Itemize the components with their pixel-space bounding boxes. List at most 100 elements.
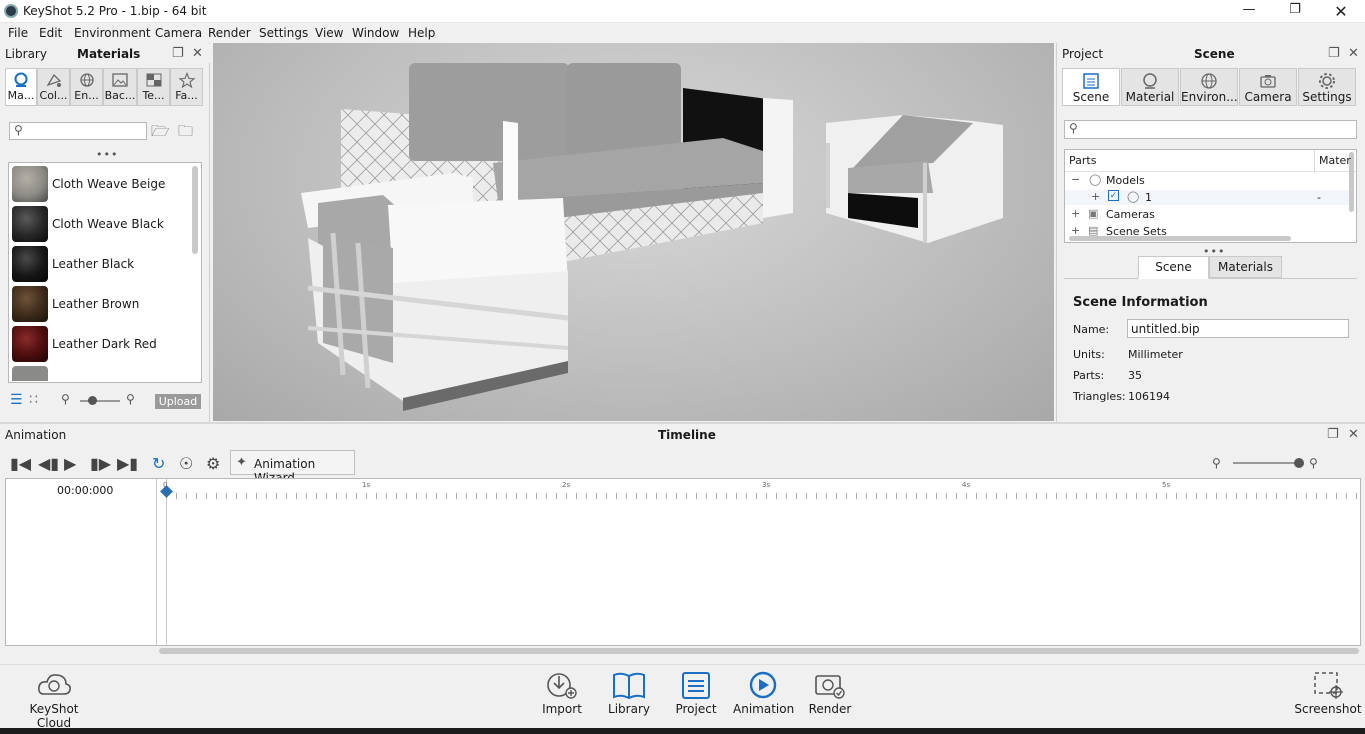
gear-icon	[1319, 73, 1335, 89]
tab-material[interactable]: Material	[1121, 68, 1179, 106]
zoom-in-icon[interactable]: ⚲	[126, 392, 135, 406]
undock-icon[interactable]: ❐	[1327, 427, 1339, 442]
close-panel-icon[interactable]: ✕	[1348, 427, 1359, 442]
triangles-value: 106194	[1128, 390, 1170, 403]
material-thumbnail	[12, 206, 48, 242]
panel-splitter[interactable]	[0, 422, 1365, 424]
menu-edit[interactable]: Edit	[39, 26, 62, 40]
go-to-start-icon[interactable]: ▮◀	[10, 454, 31, 473]
tab-textures[interactable]: Te...	[137, 68, 170, 106]
add-folder-icon[interactable]: 🗁	[151, 121, 170, 146]
undock-icon[interactable]: ❐	[1328, 46, 1340, 61]
slider-handle[interactable]	[1294, 458, 1304, 468]
keyshot-cloud-label: KeyShot Cloud	[29, 702, 79, 730]
close-panel-icon[interactable]: ✕	[192, 46, 203, 61]
tab-colors[interactable]: Col...	[37, 68, 70, 106]
import-button[interactable]: Import	[538, 670, 586, 716]
subtab-materials[interactable]: Materials	[1209, 256, 1282, 278]
tab-scene[interactable]: Scene	[1062, 68, 1120, 106]
material-thumbnail	[12, 246, 48, 282]
scene-tree-hscrollbar[interactable]	[1069, 236, 1291, 241]
menu-window[interactable]: Window	[352, 26, 399, 40]
grid-view-icon[interactable]: ∷	[29, 392, 38, 408]
list-item[interactable]: Leather Dark Red	[10, 324, 192, 364]
undock-icon[interactable]: ❐	[172, 46, 184, 61]
tab-camera[interactable]: Camera	[1239, 68, 1297, 106]
list-item[interactable]: Leather Brown	[10, 284, 192, 324]
tab-environment[interactable]: Environ...	[1180, 68, 1238, 106]
menu-render[interactable]: Render	[208, 26, 251, 40]
tab-environments[interactable]: En...	[70, 68, 103, 106]
scene-search-input[interactable]: ⚲	[1064, 120, 1357, 139]
menu-settings[interactable]: Settings	[259, 26, 308, 40]
close-panel-icon[interactable]: ✕	[1348, 46, 1359, 61]
step-forward-icon[interactable]: ▮▶	[90, 454, 111, 473]
splitter-handle[interactable]: •••	[96, 148, 118, 161]
tree-item-cameras[interactable]: Cameras	[1106, 208, 1155, 221]
list-item[interactable]: Cloth Weave Beige	[10, 164, 192, 204]
list-item[interactable]: Leather Black	[10, 244, 192, 284]
scene-name-input[interactable]: untitled.bip	[1127, 319, 1349, 338]
timeline-zoom-slider[interactable]	[1233, 462, 1303, 464]
tab-favorites[interactable]: Fa...	[170, 68, 203, 106]
animation-button[interactable]: Animation	[733, 670, 794, 716]
thumbnail-size-slider[interactable]	[80, 400, 120, 402]
zoom-in-icon[interactable]: ⚲	[1309, 456, 1318, 470]
tab-divider	[5, 105, 203, 106]
menu-view[interactable]: View	[315, 26, 343, 40]
ping-pong-icon[interactable]: ☉	[179, 454, 193, 473]
minimize-icon[interactable]: —	[1237, 2, 1261, 20]
slider-handle[interactable]	[88, 396, 97, 405]
expand-icon[interactable]: +	[1071, 224, 1080, 237]
tree-item-model[interactable]: 1	[1145, 191, 1152, 204]
timeline-hscrollbar[interactable]	[159, 648, 1359, 654]
close-icon[interactable]: ✕	[1329, 2, 1353, 21]
library-button[interactable]: Library	[605, 670, 653, 716]
tab-settings[interactable]: Settings	[1298, 68, 1356, 106]
loop-icon[interactable]: ↻	[152, 454, 165, 473]
render-viewport[interactable]	[213, 43, 1054, 421]
upload-button[interactable]: Upload	[155, 394, 201, 409]
step-back-icon[interactable]: ◀▮	[38, 454, 59, 473]
go-to-end-icon[interactable]: ▶▮	[117, 454, 138, 473]
tab-backplates[interactable]: Bac...	[103, 68, 137, 106]
keyshot-cloud-button[interactable]: KeyShot Cloud	[14, 670, 94, 730]
visibility-checkbox[interactable]: ✓	[1108, 190, 1119, 201]
project-button[interactable]: Project	[672, 670, 720, 716]
gear-icon[interactable]: ⚙	[206, 454, 220, 473]
menu-file[interactable]: File	[8, 26, 28, 40]
render-icon	[815, 675, 845, 699]
expand-icon[interactable]: +	[1091, 190, 1100, 203]
animation-header: Animation Timeline ❐ ✕	[0, 425, 1365, 444]
tree-item-models[interactable]: Models	[1106, 174, 1145, 187]
tree-item-scene-sets[interactable]: Scene Sets	[1106, 225, 1167, 236]
subtab-scene[interactable]: Scene	[1138, 256, 1209, 279]
material-thumbnail	[12, 166, 48, 202]
os-taskbar-edge	[0, 728, 1365, 734]
expand-icon[interactable]: +	[1071, 207, 1080, 220]
zoom-out-icon[interactable]: ⚲	[61, 392, 70, 406]
tab-camera-label: Camera	[1244, 90, 1292, 104]
play-icon[interactable]: ▶	[64, 454, 76, 473]
render-button[interactable]: Render	[806, 670, 854, 716]
timeline-area[interactable]	[5, 478, 1361, 646]
project-header: Project Scene ❐ ✕	[1057, 44, 1365, 63]
tab-materials[interactable]: Ma...	[5, 68, 37, 106]
material-list-scrollbar[interactable]	[192, 166, 198, 254]
animation-wizard-button[interactable]: ✦ Animation Wizard	[230, 450, 355, 485]
screenshot-button[interactable]: Screenshot	[1294, 670, 1362, 716]
maximize-icon[interactable]: ❐	[1283, 2, 1307, 20]
material-label: Leather Black	[52, 257, 135, 271]
menu-camera[interactable]: Camera	[155, 26, 202, 40]
menu-help[interactable]: Help	[408, 26, 435, 40]
list-item[interactable]: Cloth Weave Black	[10, 204, 192, 244]
zoom-out-icon[interactable]: ⚲	[1212, 456, 1221, 470]
library-search-input[interactable]: ⚲	[9, 122, 147, 140]
list-view-icon[interactable]: ☰	[10, 392, 23, 408]
folder-options-icon[interactable]: 🗀	[178, 121, 193, 146]
sofa-right-arm	[763, 98, 793, 218]
tab-favorites-label: Fa...	[175, 89, 198, 102]
menu-environment[interactable]: Environment	[74, 26, 151, 40]
collapse-icon[interactable]: −	[1071, 173, 1080, 186]
material-label: Leather Brown	[52, 297, 140, 311]
